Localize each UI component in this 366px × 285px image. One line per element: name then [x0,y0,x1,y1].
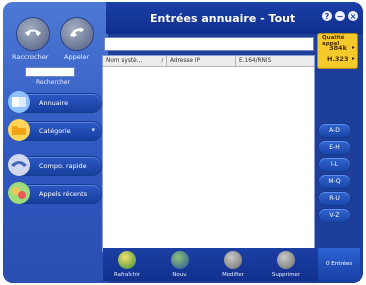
window-title: Entrées annuaire - Tout [150,12,296,25]
alpha-button-i-l[interactable]: I-L [319,158,350,171]
rate-arrow-icon[interactable]: ▸ [352,44,355,51]
address-input[interactable] [104,37,314,51]
alpha-button-a-d[interactable]: A-D [319,124,350,137]
nav-categorie-button[interactable]: Catégorie ▾ [8,119,101,141]
alpha-button-v-z[interactable]: V-Z [319,209,350,222]
nav-annuaire-label: Annuaire [39,99,69,107]
refresh-button[interactable]: Rafraîchir [106,251,148,281]
entry-count-status: 0 Entrées [318,248,360,281]
recent-calls-icon [8,182,30,204]
edit-icon [224,251,242,269]
new-label: Nouv. [172,272,188,278]
edit-button[interactable]: Modifier [212,251,254,281]
book-icon [8,91,30,113]
alpha-button-m-q[interactable]: M-Q [319,175,350,188]
call-quality-panel[interactable]: Qualité appel 384k ▸ H.323 ▸ [317,33,358,69]
column-header-e164[interactable]: E.164/RNIS [236,56,314,66]
nav-appels-recents-label: Appels récents [39,190,88,198]
delete-label: Supprimer [271,272,301,278]
search-label: Rechercher [36,79,70,86]
nav-compo-rapide-button[interactable]: Compo. rapide [8,154,101,176]
protocol-arrow-icon[interactable]: ▸ [352,55,355,62]
refresh-label: Rafraîchir [114,272,140,278]
nav-appels-recents-button[interactable]: Appels récents [8,182,101,204]
folder-icon [8,119,30,141]
directory-table: Nom systè... / Adresse IP E.164/RNIS [102,55,315,252]
sidebar [3,2,108,283]
hangup-button[interactable] [17,18,49,50]
nav-compo-rapide-label: Compo. rapide [39,162,87,170]
delete-button[interactable]: Supprimer [265,251,307,281]
close-icon[interactable]: × [348,11,358,21]
hangup-phone-icon [25,29,41,36]
sort-indicator-icon: / [161,58,163,64]
alpha-button-e-h[interactable]: E-H [319,141,350,154]
delete-icon [277,251,295,269]
call-rate-value: 384k [329,44,347,52]
help-icon[interactable]: ? [322,11,332,21]
edit-label: Modifier [222,272,244,278]
call-phone-icon [70,28,84,37]
new-entry-icon [171,251,189,269]
column-header-name[interactable]: Nom systè... / [103,56,167,66]
nav-annuaire-button[interactable]: Annuaire [8,91,101,113]
table-header: Nom systè... / Adresse IP E.164/RNIS [103,56,314,67]
call-label: Appeler [64,53,90,61]
entry-count-label: 0 Entrées [326,261,353,267]
new-button[interactable]: Nouv. [159,251,201,281]
minimize-icon[interactable]: − [335,11,345,21]
chevron-down-icon[interactable]: ▾ [91,126,95,134]
hangup-label: Raccrocher [12,53,49,61]
protocol-value: H.323 [327,55,349,63]
nav-categorie-label: Catégorie [39,127,71,135]
column-header-ip[interactable]: Adresse IP [167,56,236,66]
window-controls: ? − × [322,11,358,21]
refresh-icon [118,251,136,269]
alpha-button-r-u[interactable]: R-U [319,192,350,205]
speed-dial-icon [8,154,30,176]
call-button[interactable] [61,18,93,50]
search-input[interactable] [25,67,75,77]
